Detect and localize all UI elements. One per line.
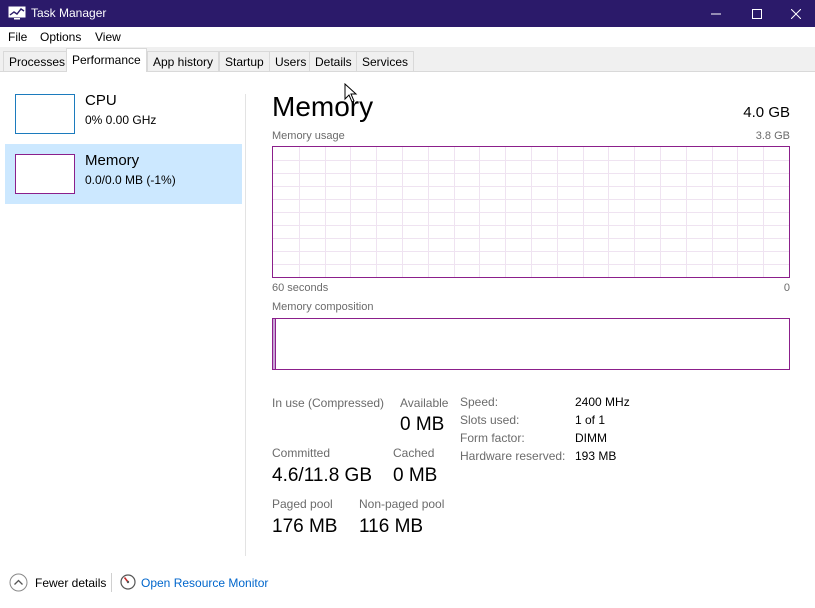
cpu-label: CPU <box>85 92 117 109</box>
maximize-button[interactable] <box>737 0 777 27</box>
memory-details-panel: Memory 4.0 GB Memory usage 3.8 GB 60 sec… <box>272 73 791 556</box>
task-manager-icon <box>8 6 26 20</box>
in-use-label: In use (Compressed) <box>272 396 385 410</box>
footer-divider <box>111 573 112 592</box>
mouse-cursor-icon <box>344 83 358 103</box>
time-end-label: 0 <box>783 282 790 294</box>
speed-value: 2400 MHz <box>575 395 630 409</box>
hardware-reserved-value: 193 MB <box>575 449 617 463</box>
sidebar-item-memory[interactable]: Memory 0.0/0.0 MB (-1%) <box>5 144 242 204</box>
menu-options[interactable]: Options <box>40 30 81 44</box>
memory-composition-bar <box>272 318 790 370</box>
cached-value: 0 MB <box>393 465 438 486</box>
available-label: Available <box>400 396 449 410</box>
resource-list: CPU 0% 0.00 GHz Memory 0.0/0.0 MB (-1%) <box>0 73 246 556</box>
committed-value: 4.6/11.8 GB <box>272 465 372 486</box>
chevron-up-circle-icon[interactable] <box>9 573 28 592</box>
footer: Fewer details Open Resource Monitor <box>0 565 815 599</box>
fewer-details-button[interactable]: Fewer details <box>35 576 106 590</box>
graph-grid <box>273 147 789 277</box>
hardware-reserved-label: Hardware reserved: <box>460 449 566 463</box>
paged-pool-value: 176 MB <box>272 516 338 537</box>
committed-label: Committed <box>272 446 331 460</box>
panel-divider[interactable] <box>245 94 246 556</box>
close-icon <box>791 8 801 19</box>
tab-bar: Processes Performance App history Startu… <box>0 47 815 72</box>
tab-app-history[interactable]: App history <box>147 51 220 71</box>
window-title: Task Manager <box>31 6 107 20</box>
close-button[interactable] <box>776 0 815 27</box>
slots-used-label: Slots used: <box>460 413 520 427</box>
memory-usage-label: Memory usage <box>272 130 345 142</box>
menu-view[interactable]: View <box>95 30 121 44</box>
tab-details[interactable]: Details <box>309 51 358 71</box>
non-paged-pool-label: Non-paged pool <box>359 497 445 511</box>
title-bar[interactable]: Task Manager <box>0 0 815 27</box>
tab-startup[interactable]: Startup <box>219 51 270 71</box>
maximize-icon <box>752 8 762 19</box>
available-value: 0 MB <box>400 414 445 435</box>
resource-monitor-icon <box>120 574 136 590</box>
cpu-thumbnail-graph <box>15 94 75 134</box>
tab-processes[interactable]: Processes <box>3 51 72 71</box>
memory-usage-max: 3.8 GB <box>755 130 790 142</box>
memory-detail: 0.0/0.0 MB (-1%) <box>85 173 176 187</box>
non-paged-pool-value: 116 MB <box>359 516 424 537</box>
memory-composition-label: Memory composition <box>272 301 374 313</box>
memory-label: Memory <box>85 152 140 169</box>
cached-label: Cached <box>393 446 435 460</box>
minimize-button[interactable] <box>696 0 736 27</box>
tab-services[interactable]: Services <box>356 51 415 71</box>
menu-file[interactable]: File <box>8 30 27 44</box>
paged-pool-label: Paged pool <box>272 497 333 511</box>
cpu-detail: 0% 0.00 GHz <box>85 113 157 127</box>
composition-in-use-segment <box>273 319 276 369</box>
menu-bar: File Options View <box>0 27 815 47</box>
slots-used-value: 1 of 1 <box>575 413 606 427</box>
form-factor-label: Form factor: <box>460 431 525 445</box>
memory-usage-graph <box>272 146 790 278</box>
total-memory: 4.0 GB <box>743 104 790 121</box>
time-span-label: 60 seconds <box>272 282 329 294</box>
tab-performance[interactable]: Performance <box>66 48 147 72</box>
memory-thumbnail-graph <box>15 154 75 194</box>
sidebar-item-cpu[interactable]: CPU 0% 0.00 GHz <box>5 84 242 144</box>
form-factor-value: DIMM <box>575 431 607 445</box>
speed-label: Speed: <box>460 395 499 409</box>
minimize-icon <box>711 13 721 14</box>
open-resource-monitor-link[interactable]: Open Resource Monitor <box>141 576 268 590</box>
tab-users[interactable]: Users <box>269 51 313 71</box>
